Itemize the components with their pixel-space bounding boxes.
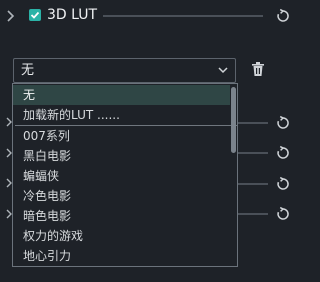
divider [238, 213, 268, 215]
lut-option[interactable]: 地心引力 [13, 246, 230, 266]
lut-option[interactable]: 无 [13, 85, 230, 105]
divider [238, 183, 268, 185]
reset-icon[interactable] [275, 115, 291, 131]
lut-option-list: 无 加载新的LUT ...... 007系列 黑白电影 蝙蝠侠 冷色电影 暗色电… [12, 83, 238, 267]
scrollbar-thumb[interactable] [231, 87, 236, 153]
lut-enable-checkbox[interactable] [29, 9, 41, 21]
reset-icon[interactable] [275, 206, 291, 222]
reset-icon[interactable] [275, 176, 291, 192]
divider [238, 152, 268, 154]
chevron-down-icon [218, 67, 228, 74]
lut-option[interactable]: 007系列 [13, 126, 230, 146]
lut-option[interactable]: 加载新的LUT ...... [13, 105, 230, 125]
reset-icon[interactable] [275, 8, 291, 24]
lut-option[interactable]: 黑白电影 [13, 146, 230, 166]
chevron-right-icon[interactable] [6, 8, 16, 24]
checkmark-icon [30, 11, 40, 19]
lut-option[interactable]: 冷色电影 [13, 186, 230, 206]
lut-option[interactable]: 权力的游戏 [13, 226, 230, 246]
reset-icon[interactable] [275, 145, 291, 161]
lut-option[interactable]: 蝙蝠侠 [13, 166, 230, 186]
section-title: 3D LUT [47, 7, 98, 23]
trash-icon[interactable] [251, 61, 265, 77]
divider [103, 15, 263, 17]
divider [238, 122, 268, 124]
lut-select[interactable]: 无 [13, 58, 236, 83]
lut-option[interactable]: 暗色电影 [13, 206, 230, 226]
lut-select-value: 无 [21, 63, 35, 78]
